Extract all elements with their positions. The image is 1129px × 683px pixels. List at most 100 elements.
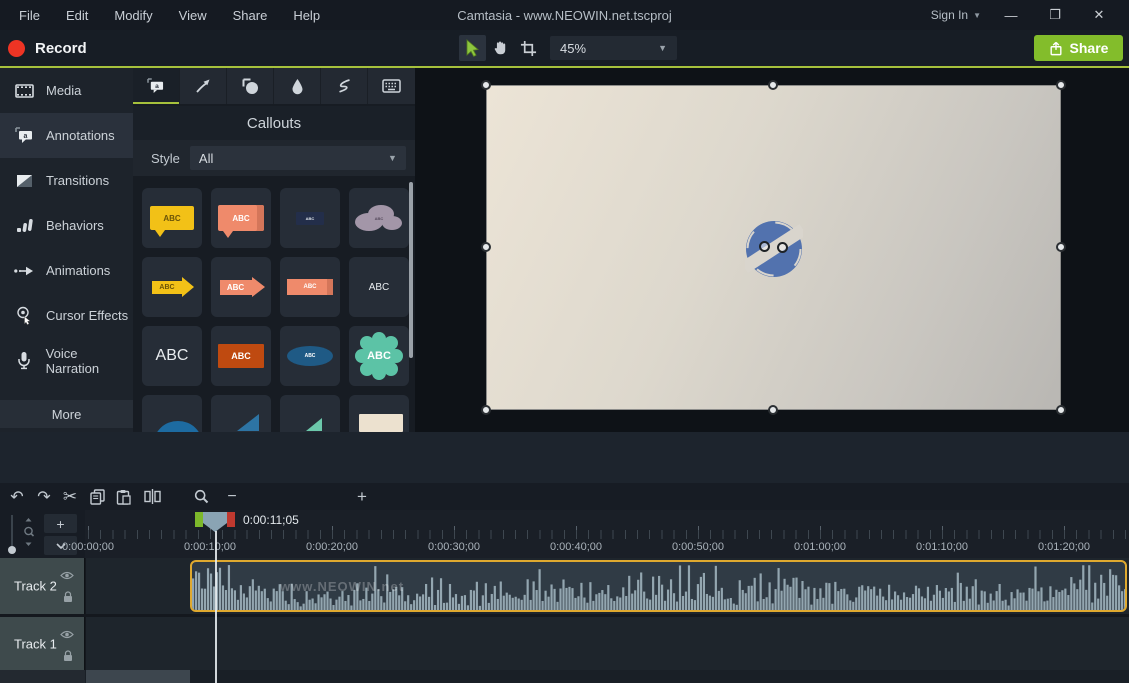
sidebar-item-animations[interactable]: Animations — [0, 248, 133, 293]
chevron-down-icon: ▼ — [388, 153, 397, 163]
sidebar-item-media[interactable]: Media — [0, 68, 133, 113]
resize-handle-sw[interactable] — [481, 405, 491, 415]
pan-tool-button[interactable] — [487, 35, 514, 61]
style-row: Style All ▼ — [133, 140, 415, 176]
close-button[interactable]: ✕ — [1077, 0, 1121, 30]
menu-file[interactable]: File — [8, 4, 51, 27]
clip-watermark: www.NEOWIN.net — [280, 579, 404, 594]
menu-view[interactable]: View — [168, 4, 218, 27]
eye-icon[interactable] — [60, 630, 74, 639]
menu-help[interactable]: Help — [282, 4, 331, 27]
callout-rect-navy[interactable]: ABC — [280, 188, 340, 248]
resize-handle-n[interactable] — [768, 80, 778, 90]
playhead-in-handle[interactable] — [195, 512, 203, 527]
callout-triangle-blue[interactable] — [211, 395, 271, 432]
callout-cloud[interactable]: ABC — [349, 188, 409, 248]
grid-scrollbar[interactable] — [409, 182, 413, 358]
callout-arc-blue[interactable] — [142, 395, 202, 432]
copy-button[interactable] — [86, 483, 108, 510]
track-height-thumb[interactable] — [8, 546, 16, 554]
paste-button[interactable] — [112, 483, 134, 510]
sidebar-item-behaviors[interactable]: Behaviors — [0, 203, 133, 248]
callout-label: ABC — [305, 353, 316, 359]
lock-icon[interactable] — [62, 650, 74, 662]
callout-rect-orange[interactable]: ABC — [211, 326, 271, 386]
record-label: Record — [35, 40, 87, 57]
video-preview[interactable] — [486, 85, 1061, 410]
ruler-label: 0:00:10;00 — [184, 541, 236, 553]
center-anchor-right[interactable] — [777, 242, 788, 253]
tab-keystrokes[interactable] — [368, 68, 415, 104]
canvas-area[interactable] — [415, 68, 1129, 432]
zoom-out-button[interactable]: − — [222, 483, 242, 510]
playhead-out-handle[interactable] — [227, 512, 235, 527]
callout-triangle-teal[interactable] — [280, 395, 340, 432]
callout-speech-yellow[interactable]: ABC — [142, 188, 202, 248]
menu-modify[interactable]: Modify — [103, 4, 163, 27]
menu-edit[interactable]: Edit — [55, 4, 99, 27]
track-1-content[interactable] — [86, 617, 1129, 670]
microphone-icon — [14, 351, 34, 370]
sidebar-item-cursor-effects[interactable]: Cursor Effects — [0, 293, 133, 338]
callout-burst-teal[interactable]: ABC — [349, 326, 409, 386]
sidebar-more-button[interactable]: More — [0, 400, 133, 428]
callout-text-small[interactable]: ABC — [349, 257, 409, 317]
tab-blur[interactable] — [274, 68, 321, 104]
timeline-hscrollbar[interactable] — [0, 670, 1129, 683]
share-button[interactable]: Share — [1034, 35, 1123, 61]
zoom-fit-icon[interactable] — [22, 518, 35, 550]
style-dropdown[interactable]: All ▼ — [190, 146, 406, 170]
tab-shapes[interactable] — [227, 68, 274, 104]
resize-handle-s[interactable] — [768, 405, 778, 415]
redo-button[interactable]: ↷ — [33, 483, 55, 510]
audio-clip[interactable]: www.NEOWIN.net — [190, 560, 1127, 612]
sidebar-item-label: Media — [46, 83, 81, 98]
select-tool-button[interactable] — [459, 35, 486, 61]
zoom-in-button[interactable]: + — [352, 483, 372, 510]
add-track-button[interactable]: + — [44, 514, 77, 533]
callout-text-large[interactable]: ABC — [142, 326, 202, 386]
ruler-label: 0:00:40;00 — [550, 541, 602, 553]
record-button[interactable]: Record — [8, 34, 87, 62]
eye-icon[interactable] — [60, 571, 74, 580]
canvas-zoom-value: 45% — [560, 41, 586, 56]
tab-sketch-motion[interactable] — [321, 68, 368, 104]
lock-icon[interactable] — [62, 591, 74, 603]
sidebar-item-annotations[interactable]: a Annotations — [0, 113, 133, 158]
resize-handle-se[interactable] — [1056, 405, 1066, 415]
callout-arrow-salmon[interactable]: ABC — [211, 257, 271, 317]
split-button[interactable] — [139, 483, 165, 510]
center-anchor-left[interactable] — [759, 241, 770, 252]
callout-label: ABC — [369, 282, 390, 293]
tab-callouts[interactable]: a — [133, 68, 180, 104]
resize-handle-w[interactable] — [481, 242, 491, 252]
tab-arrows[interactable] — [180, 68, 227, 104]
undo-button[interactable]: ↶ — [6, 483, 28, 510]
track-1-header[interactable]: Track 1 — [0, 617, 85, 670]
film-icon — [14, 83, 34, 99]
sidebar-item-voice-narration[interactable]: Voice Narration — [0, 338, 133, 383]
callout-banner-salmon[interactable]: ABC — [280, 257, 340, 317]
crop-tool-button[interactable] — [515, 35, 542, 61]
sign-in-menu[interactable]: Sign In ▼ — [923, 4, 989, 26]
droplet-icon — [291, 78, 304, 95]
callout-arrow-yellow[interactable]: ABC — [142, 257, 202, 317]
cut-button[interactable]: ✂ — [58, 483, 82, 510]
track-name: Track 1 — [14, 636, 57, 651]
maximize-button[interactable]: ❐ — [1033, 0, 1077, 30]
callout-bar-beige[interactable] — [349, 395, 409, 432]
canvas-zoom-dropdown[interactable]: 45% ▼ — [550, 36, 677, 60]
track-2-content[interactable]: www.NEOWIN.net — [86, 558, 1129, 614]
menu-share[interactable]: Share — [222, 4, 279, 27]
playhead-line[interactable] — [215, 531, 217, 683]
sidebar-item-transitions[interactable]: Transitions — [0, 158, 133, 203]
callout-speech-salmon[interactable]: ABC — [211, 188, 271, 248]
minimize-button[interactable]: — — [989, 0, 1033, 30]
timeline-ruler[interactable]: 0:00:00;00 0:00:10;00 0:00:20;00 0:00:30… — [85, 510, 1129, 558]
timeline-hscrollbar-thumb[interactable] — [86, 670, 190, 683]
resize-handle-e[interactable] — [1056, 242, 1066, 252]
resize-handle-nw[interactable] — [481, 80, 491, 90]
callout-ellipse-blue[interactable]: ABC — [280, 326, 340, 386]
track-2-header[interactable]: Track 2 — [0, 558, 85, 614]
resize-handle-ne[interactable] — [1056, 80, 1066, 90]
